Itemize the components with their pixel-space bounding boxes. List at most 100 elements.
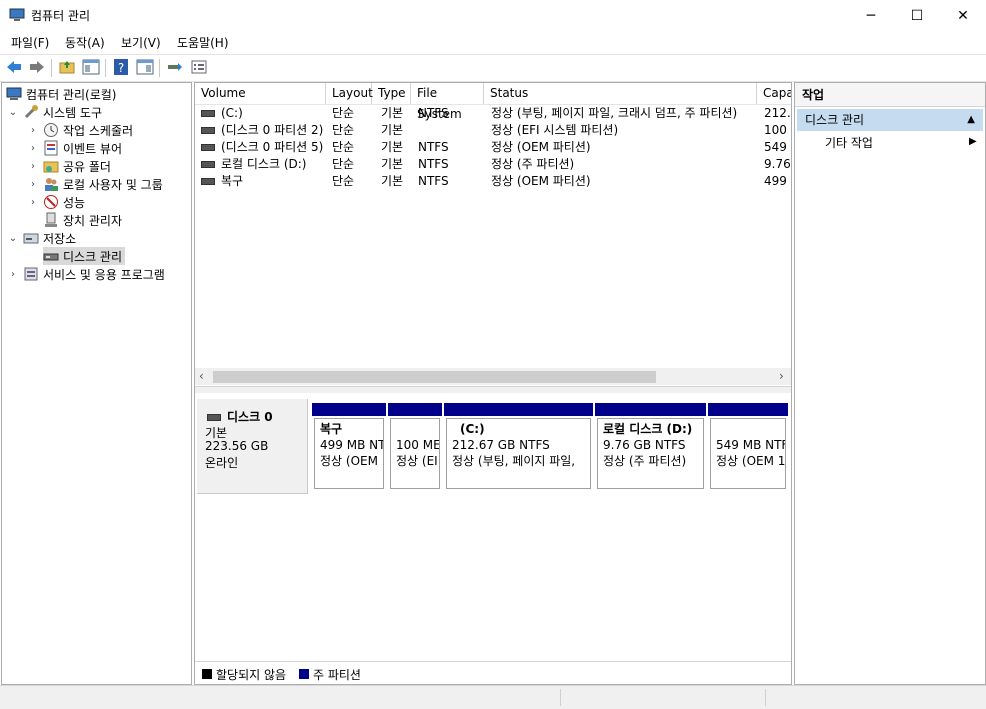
chevron-right-icon[interactable]: › — [28, 179, 38, 190]
tree-shared-folders-label: 공유 폴더 — [63, 159, 111, 174]
tree-storage[interactable]: ⌄ 저장소 — [8, 229, 76, 247]
volume-row[interactable]: 복구 단순 기본 NTFS 정상 (OEM 파티션) 499 I — [195, 173, 791, 190]
tree-services-label: 서비스 및 응용 프로그램 — [43, 267, 165, 282]
volume-status: 정상 (OEM 파티션) — [491, 140, 591, 154]
partition-block[interactable]: (C:) 212.67 GB NTFS 정상 (부팅, 페이지 파일, — [444, 403, 593, 489]
users-icon — [43, 176, 59, 192]
partition-block[interactable]: 로컬 디스크 (D:) 9.76 GB NTFS 정상 (주 파티션) — [595, 403, 706, 489]
tree-disk-management-label: 디스크 관리 — [63, 249, 123, 264]
volume-row[interactable]: 로컬 디스크 (D:) 단순 기본 NTFS 정상 (주 파티션) 9.76 — [195, 156, 791, 173]
tree-local-users[interactable]: › 로컬 사용자 및 그룹 — [28, 175, 163, 193]
scrollbar-thumb[interactable] — [213, 371, 656, 383]
chevron-down-icon[interactable]: ⌄ — [8, 107, 18, 118]
chevron-right-icon[interactable]: › — [8, 269, 18, 280]
tree-root-label: 컴퓨터 관리(로컬) — [26, 87, 117, 102]
column-status[interactable]: Status — [484, 83, 757, 104]
maximize-button[interactable]: ☐ — [894, 0, 940, 31]
tree-performance-label: 성능 — [63, 195, 86, 210]
up-folder-icon[interactable] — [58, 58, 76, 76]
column-type[interactable]: Type — [372, 83, 411, 104]
partition-block[interactable]: 복구 499 MB NT 정상 (OEM — [312, 403, 386, 489]
tree-services[interactable]: › 서비스 및 응용 프로그램 — [8, 265, 165, 283]
chevron-right-icon[interactable]: › — [28, 143, 38, 154]
disk-graphical-view: 디스크 0 기본 223.56 GB 온라인 복구 499 MB NT 정상 (… — [195, 393, 791, 682]
computer-management-icon — [9, 8, 25, 22]
window-title: 컴퓨터 관리 — [31, 9, 91, 23]
chevron-right-icon[interactable]: › — [28, 197, 38, 208]
partition-title — [716, 421, 785, 437]
status-divider — [765, 689, 766, 706]
back-icon[interactable] — [5, 58, 23, 76]
column-volume[interactable]: Volume — [195, 83, 326, 104]
navigation-tree: 컴퓨터 관리(로컬) ⌄ 시스템 도구 › 작업 스케줄러 › 이벤트 뷰어 ›… — [1, 82, 192, 685]
volume-layout: 단순 — [332, 157, 355, 171]
partition-title: (C:) — [460, 422, 485, 436]
partition-size: 9.76 GB NTFS — [603, 438, 686, 452]
primary-partition-bar — [312, 403, 386, 416]
volume-type: 기본 — [381, 106, 404, 120]
volume-layout: 단순 — [332, 140, 355, 154]
tree-event-viewer[interactable]: › 이벤트 뷰어 — [28, 139, 122, 157]
show-hide-tree-icon[interactable] — [82, 58, 100, 76]
unallocated-swatch — [202, 669, 212, 679]
disk-name: 디스크 0 — [227, 410, 273, 424]
action-more-actions[interactable]: 기타 작업 — [825, 134, 873, 151]
partition-block[interactable]: 100 ME 정상 (EI — [388, 403, 442, 489]
tree-performance[interactable]: › 성능 — [28, 193, 85, 211]
collapse-up-icon[interactable]: ▲ — [967, 109, 975, 131]
scroll-right-icon[interactable]: › — [779, 369, 784, 383]
show-hide-action-pane-icon[interactable] — [136, 58, 154, 76]
menu-view[interactable]: 보기(V) — [121, 34, 161, 51]
action-section-disk-management[interactable]: 디스크 관리 ▲ — [797, 109, 983, 131]
disk-label[interactable]: 디스크 0 기본 223.56 GB 온라인 — [197, 399, 308, 494]
tree-system-tools-label: 시스템 도구 — [43, 105, 103, 120]
tree-task-scheduler-label: 작업 스케줄러 — [63, 123, 134, 138]
column-capacity[interactable]: Capa — [757, 83, 791, 104]
volume-fs: NTFS — [418, 157, 449, 171]
drive-icon — [201, 127, 215, 134]
volume-layout: 단순 — [332, 106, 355, 120]
volume-row[interactable]: (디스크 0 파티션 5) 단순 기본 NTFS 정상 (OEM 파티션) 54… — [195, 139, 791, 156]
help-icon[interactable]: ? — [112, 58, 130, 76]
horizontal-scrollbar[interactable]: ‹ › — [195, 368, 791, 385]
tree-event-viewer-label: 이벤트 뷰어 — [63, 141, 123, 156]
column-header: Volume Layout Type File System Status Ca… — [195, 83, 791, 121]
menu-file[interactable]: 파일(F) — [11, 34, 49, 51]
properties-icon[interactable] — [190, 58, 208, 76]
minimize-button[interactable]: ─ — [848, 0, 894, 31]
chevron-down-icon[interactable]: ⌄ — [8, 233, 18, 244]
tree-disk-management[interactable]: 디스크 관리 — [43, 247, 126, 265]
column-layout[interactable]: Layout — [326, 83, 373, 104]
submenu-arrow-icon[interactable]: ▶ — [969, 136, 977, 147]
action-pane-title: 작업 — [795, 83, 985, 107]
menu-action[interactable]: 동작(A) — [65, 34, 105, 51]
primary-partition-bar — [444, 403, 593, 416]
volume-status: 정상 (주 파티션) — [491, 157, 575, 171]
clock-icon — [43, 122, 59, 138]
status-divider — [560, 689, 561, 706]
volume-row[interactable]: (디스크 0 파티션 2) 단순 기본 정상 (EFI 시스템 파티션) 100… — [195, 122, 791, 139]
volume-layout: 단순 — [332, 174, 355, 188]
menu-help[interactable]: 도움말(H) — [177, 34, 229, 51]
forward-icon[interactable] — [28, 58, 46, 76]
volume-type: 기본 — [381, 157, 404, 171]
tree-task-scheduler[interactable]: › 작업 스케줄러 — [28, 121, 133, 139]
column-file-system[interactable]: File System — [411, 83, 484, 121]
scroll-left-icon[interactable]: ‹ — [199, 369, 204, 383]
volume-capacity: 499 I — [764, 174, 791, 188]
tree-system-tools[interactable]: ⌄ 시스템 도구 — [8, 103, 102, 121]
partition-block[interactable]: 549 MB NTF 정상 (OEM 1 — [708, 403, 788, 489]
volume-row[interactable]: (C:) 단순 기본 NTFS 정상 (부팅, 페이지 파일, 크래시 덤프, … — [195, 105, 791, 122]
legend-unallocated: 할당되지 않음 — [216, 668, 287, 682]
event-viewer-icon — [43, 140, 59, 156]
chevron-right-icon[interactable]: › — [28, 161, 38, 172]
tree-root[interactable]: 컴퓨터 관리(로컬) — [6, 85, 116, 103]
volume-capacity: 100 I — [764, 123, 791, 137]
close-button[interactable]: ✕ — [940, 0, 986, 31]
tree-shared-folders[interactable]: › 공유 폴더 — [28, 157, 111, 175]
primary-partition-bar — [708, 403, 788, 416]
tree-device-manager[interactable]: 장치 관리자 — [43, 211, 122, 229]
toolbar-separator — [105, 59, 106, 77]
connect-icon[interactable] — [166, 58, 184, 76]
chevron-right-icon[interactable]: › — [28, 125, 38, 136]
